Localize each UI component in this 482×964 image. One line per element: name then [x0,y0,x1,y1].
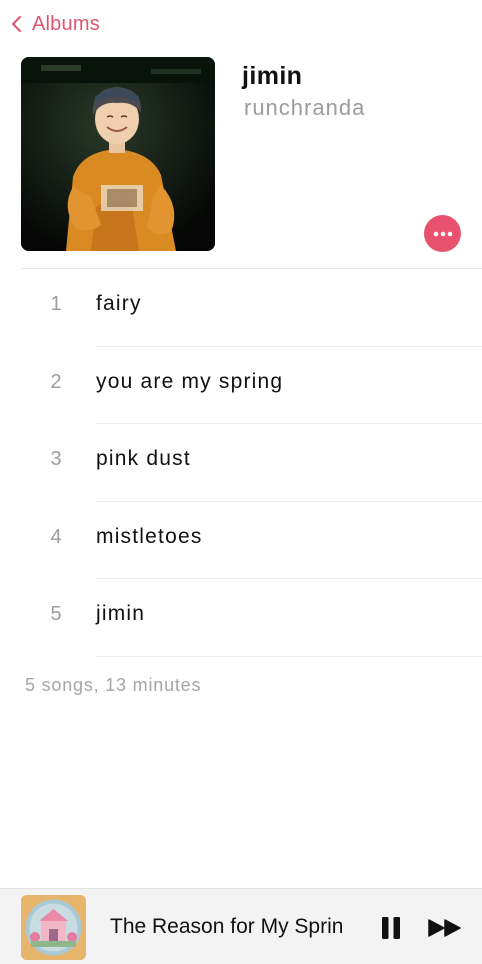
now-playing-artwork[interactable] [21,895,86,960]
track-number: 4 [50,525,62,548]
ellipsis-icon [433,231,452,236]
mini-player[interactable]: The Reason for My Spring [0,888,482,964]
now-playing-title: The Reason for My Spring [110,915,342,938]
track-row[interactable]: 2 you are my spring [0,347,482,424]
pause-icon[interactable] [380,916,402,940]
album-artwork[interactable] [21,57,215,251]
track-row[interactable]: 1 fairy [0,269,482,347]
track-number: 2 [50,370,62,393]
back-button[interactable]: Albums [8,8,100,40]
track-number: 5 [50,603,62,625]
now-playing-artwork-illustration [21,895,86,960]
track-number: 1 [50,293,62,315]
track-row[interactable]: 4 mistletoes [0,502,482,579]
album-detail-screen: Albums jimin runchranda 1 fairy 2 you ar… [0,0,482,964]
album-artist[interactable]: runchranda [244,95,365,121]
fast-forward-icon[interactable] [428,918,462,938]
track-number: 3 [50,448,62,470]
track-divider [96,655,482,657]
album-summary: 5 songs, 13 minutes [25,675,202,695]
track-title: pink dust [96,447,191,470]
track-row[interactable]: 5 jimin [0,579,482,657]
track-title: fairy [96,292,142,315]
more-options-button[interactable] [424,215,461,252]
back-button-label: Albums [32,12,100,35]
album-artwork-photo [21,57,215,251]
track-row[interactable]: 3 pink dust [0,424,482,502]
track-title: jimin [96,602,146,625]
track-list: 1 fairy 2 you are my spring 3 pink dust … [0,269,482,657]
album-title: jimin [242,62,303,90]
track-title: you are my spring [96,369,284,393]
chevron-left-icon [12,16,21,32]
track-title: mistletoes [96,524,203,548]
